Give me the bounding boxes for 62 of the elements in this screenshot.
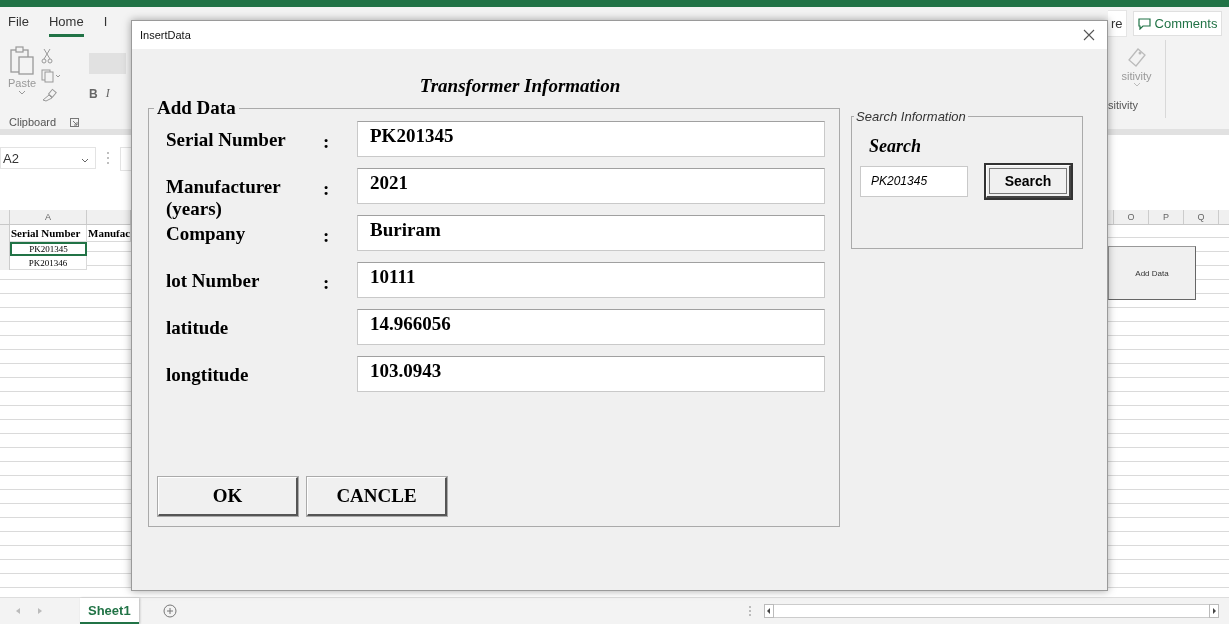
paste-icon: [9, 46, 35, 76]
ribbon-tab[interactable]: File: [8, 10, 29, 37]
search-label: Search: [868, 136, 922, 157]
input-field[interactable]: 2021: [357, 168, 825, 204]
ribbon-tab[interactable]: I: [103, 10, 108, 37]
field-label: lot Number: [165, 269, 261, 292]
font-combo-box[interactable]: [89, 53, 126, 74]
name-box[interactable]: A2: [0, 147, 97, 169]
ribbon-tab[interactable]: Home: [48, 10, 84, 37]
table-cell[interactable]: PK201346: [10, 256, 87, 270]
scroll-left-icon[interactable]: [764, 604, 774, 618]
bold-button[interactable]: B: [89, 86, 98, 101]
column-header[interactable]: Q: [1184, 210, 1219, 224]
row-header[interactable]: [0, 256, 10, 270]
form-button[interactable]: CANCLE: [307, 477, 447, 516]
caret-icon: [18, 90, 26, 95]
comment-icon: [1137, 17, 1151, 30]
search-field[interactable]: PK201345: [860, 166, 968, 197]
brush-icon[interactable]: [41, 88, 57, 102]
column-header[interactable]: O: [1114, 210, 1149, 224]
table-cell: Serial Number: [10, 225, 87, 242]
add-data-button[interactable]: Add Data: [1108, 246, 1196, 300]
table-cell[interactable]: PK201345: [10, 242, 87, 256]
input-field[interactable]: PK201345: [357, 121, 825, 157]
field-label: longtitude: [165, 363, 250, 386]
colon: :: [323, 272, 330, 293]
group-label: Clipboard: [9, 116, 57, 129]
scroll-right-icon[interactable]: [1209, 604, 1219, 618]
field-label: latitude: [165, 316, 230, 339]
italic-button[interactable]: I: [105, 86, 110, 101]
colon: :: [323, 131, 330, 152]
launcher-icon[interactable]: [70, 117, 80, 127]
frame-title: Search Information: [855, 109, 967, 124]
share-button[interactable]: re: [1108, 10, 1127, 37]
caret-icon: [1132, 82, 1141, 87]
separator-icon: [106, 151, 111, 165]
form-heading: Transformer Information: [418, 75, 622, 97]
sheet-tab[interactable]: Sheet1: [80, 598, 139, 624]
input-field[interactable]: 103.0943: [357, 356, 825, 392]
row-header[interactable]: [0, 225, 10, 242]
search-button[interactable]: Search: [986, 165, 1071, 198]
frame-title: Add Data: [156, 97, 237, 119]
field-label: Company: [165, 222, 247, 245]
form-button[interactable]: OK: [158, 477, 298, 516]
table-cell: Manufac: [87, 225, 132, 242]
input-field[interactable]: 14.966056: [357, 309, 825, 345]
copy-icon[interactable]: [41, 69, 61, 83]
comments-button[interactable]: Comments: [1132, 11, 1223, 36]
input-field[interactable]: Buriram: [357, 215, 825, 251]
group-label: sitivity: [1108, 99, 1138, 111]
close-icon[interactable]: [1083, 29, 1095, 41]
column-header[interactable]: P: [1149, 210, 1184, 224]
window-title: InsertData: [140, 29, 191, 41]
input-field[interactable]: 10111: [357, 262, 825, 298]
colon: :: [323, 178, 330, 199]
colon: :: [323, 225, 330, 246]
separator-icon: [748, 605, 752, 617]
cut-icon[interactable]: [41, 48, 53, 64]
field-label: Manufacturer (years): [165, 175, 282, 220]
caret-icon[interactable]: [81, 157, 90, 163]
add-sheet-icon[interactable]: [162, 604, 177, 618]
field-label: Serial Number: [165, 128, 287, 151]
